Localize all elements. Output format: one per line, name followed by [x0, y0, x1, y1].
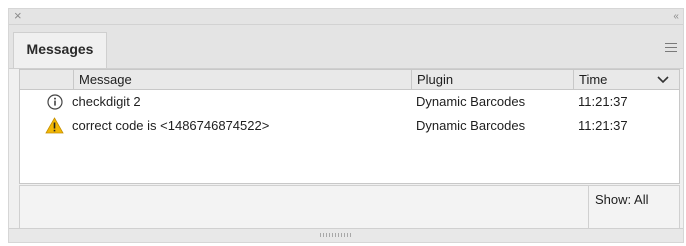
- panel-footer: Show: All: [19, 185, 680, 229]
- messages-panel: × ‹‹ Messages Message Plugin Time checkd…: [8, 8, 684, 243]
- table-row[interactable]: correct code is <1486746874522> Dynamic …: [20, 114, 679, 138]
- close-icon[interactable]: ×: [14, 8, 22, 24]
- chevron-down-icon[interactable]: [657, 76, 669, 84]
- table-header: Message Plugin Time: [20, 70, 679, 90]
- grip-lines-icon: [320, 233, 352, 237]
- resize-grip[interactable]: [9, 228, 683, 242]
- info-icon: [47, 94, 63, 110]
- warning-icon: [45, 117, 64, 134]
- show-filter-select[interactable]: Show: All: [588, 186, 679, 228]
- tab-messages[interactable]: Messages: [13, 32, 107, 68]
- messages-table: Message Plugin Time checkdigit 2 Dynamic…: [19, 69, 680, 184]
- time-text: 11:21:37: [578, 94, 628, 109]
- plugin-text: Dynamic Barcodes: [416, 94, 526, 109]
- plugin-text: Dynamic Barcodes: [416, 118, 526, 133]
- time-text: 11:21:37: [578, 118, 628, 133]
- tab-strip: [9, 25, 683, 69]
- message-text: correct code is <1486746874522>: [72, 118, 270, 133]
- collapse-panel-icon[interactable]: ‹‹: [673, 9, 679, 24]
- panel-menu-icon[interactable]: [665, 43, 677, 52]
- column-header-plugin[interactable]: Plugin: [411, 70, 573, 89]
- panel-titlebar: × ‹‹: [9, 8, 683, 25]
- column-header-message[interactable]: Message: [73, 70, 411, 89]
- message-text: checkdigit 2: [72, 94, 141, 109]
- table-row[interactable]: checkdigit 2 Dynamic Barcodes 11:21:37: [20, 90, 679, 114]
